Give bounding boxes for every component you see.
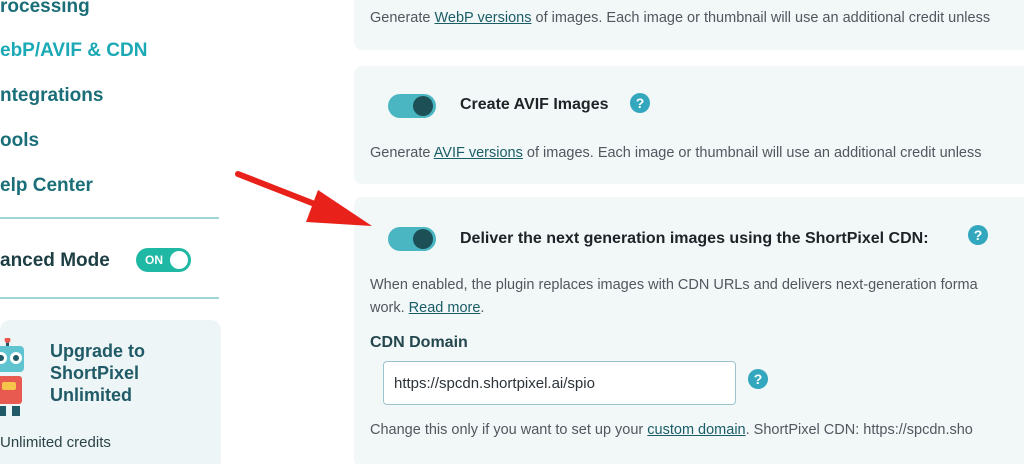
advanced-mode-toggle[interactable]: ON (136, 248, 191, 272)
sidebar: rocessing ebP/AVIF & CDN ntegrations ool… (0, 0, 232, 464)
upgrade-card[interactable]: Upgrade to ShortPixel Unlimited Unlimite… (0, 320, 221, 464)
help-icon[interactable]: ? (968, 225, 988, 245)
robot-mascot-icon (0, 338, 24, 416)
read-more-link[interactable]: Read more (409, 300, 481, 316)
avif-versions-link[interactable]: AVIF versions (434, 145, 523, 161)
webp-option-card: Generate WebP versions of images. Each i… (354, 0, 1024, 50)
sidebar-item-tools[interactable]: ools (0, 126, 39, 156)
sidebar-item-processing[interactable]: rocessing (0, 0, 90, 22)
advanced-mode-toggle-text: ON (145, 253, 163, 267)
upgrade-feature: Unlimited credits (0, 434, 111, 451)
cdn-description: When enabled, the plugin replaces images… (370, 277, 978, 293)
sidebar-divider (0, 297, 219, 299)
avif-option-card: Create AVIF Images ? Generate AVIF versi… (354, 66, 1024, 184)
cdn-domain-note: Change this only if you want to set up y… (370, 422, 973, 438)
cdn-option-card: Deliver the next generation images using… (354, 197, 1024, 464)
toggle-knob (413, 229, 433, 249)
custom-domain-link[interactable]: custom domain (647, 422, 745, 438)
cdn-title: Deliver the next generation images using… (460, 230, 929, 247)
sidebar-item-webp-avif-cdn[interactable]: ebP/AVIF & CDN (0, 36, 147, 66)
webp-versions-link[interactable]: WebP versions (435, 10, 532, 26)
advanced-mode-label: anced Mode (0, 250, 110, 271)
toggle-knob (413, 96, 433, 116)
avif-toggle[interactable] (388, 94, 436, 118)
sidebar-divider (0, 217, 219, 219)
red-arrow-icon (235, 171, 372, 226)
sidebar-item-integrations[interactable]: ntegrations (0, 81, 103, 111)
sidebar-item-help-center[interactable]: elp Center (0, 171, 93, 201)
avif-title: Create AVIF Images (460, 96, 609, 113)
webp-description: Generate WebP versions of images. Each i… (370, 10, 991, 26)
cdn-description-more: work. Read more. (370, 300, 485, 316)
avif-description: Generate AVIF versions of images. Each i… (370, 145, 982, 161)
help-icon[interactable]: ? (630, 93, 650, 113)
upgrade-title: Upgrade to ShortPixel Unlimited (50, 341, 146, 405)
cdn-domain-input[interactable] (383, 361, 736, 405)
cdn-domain-label: CDN Domain (370, 334, 468, 351)
cdn-toggle[interactable] (388, 227, 436, 251)
toggle-knob (170, 251, 188, 269)
help-icon[interactable]: ? (748, 369, 768, 389)
